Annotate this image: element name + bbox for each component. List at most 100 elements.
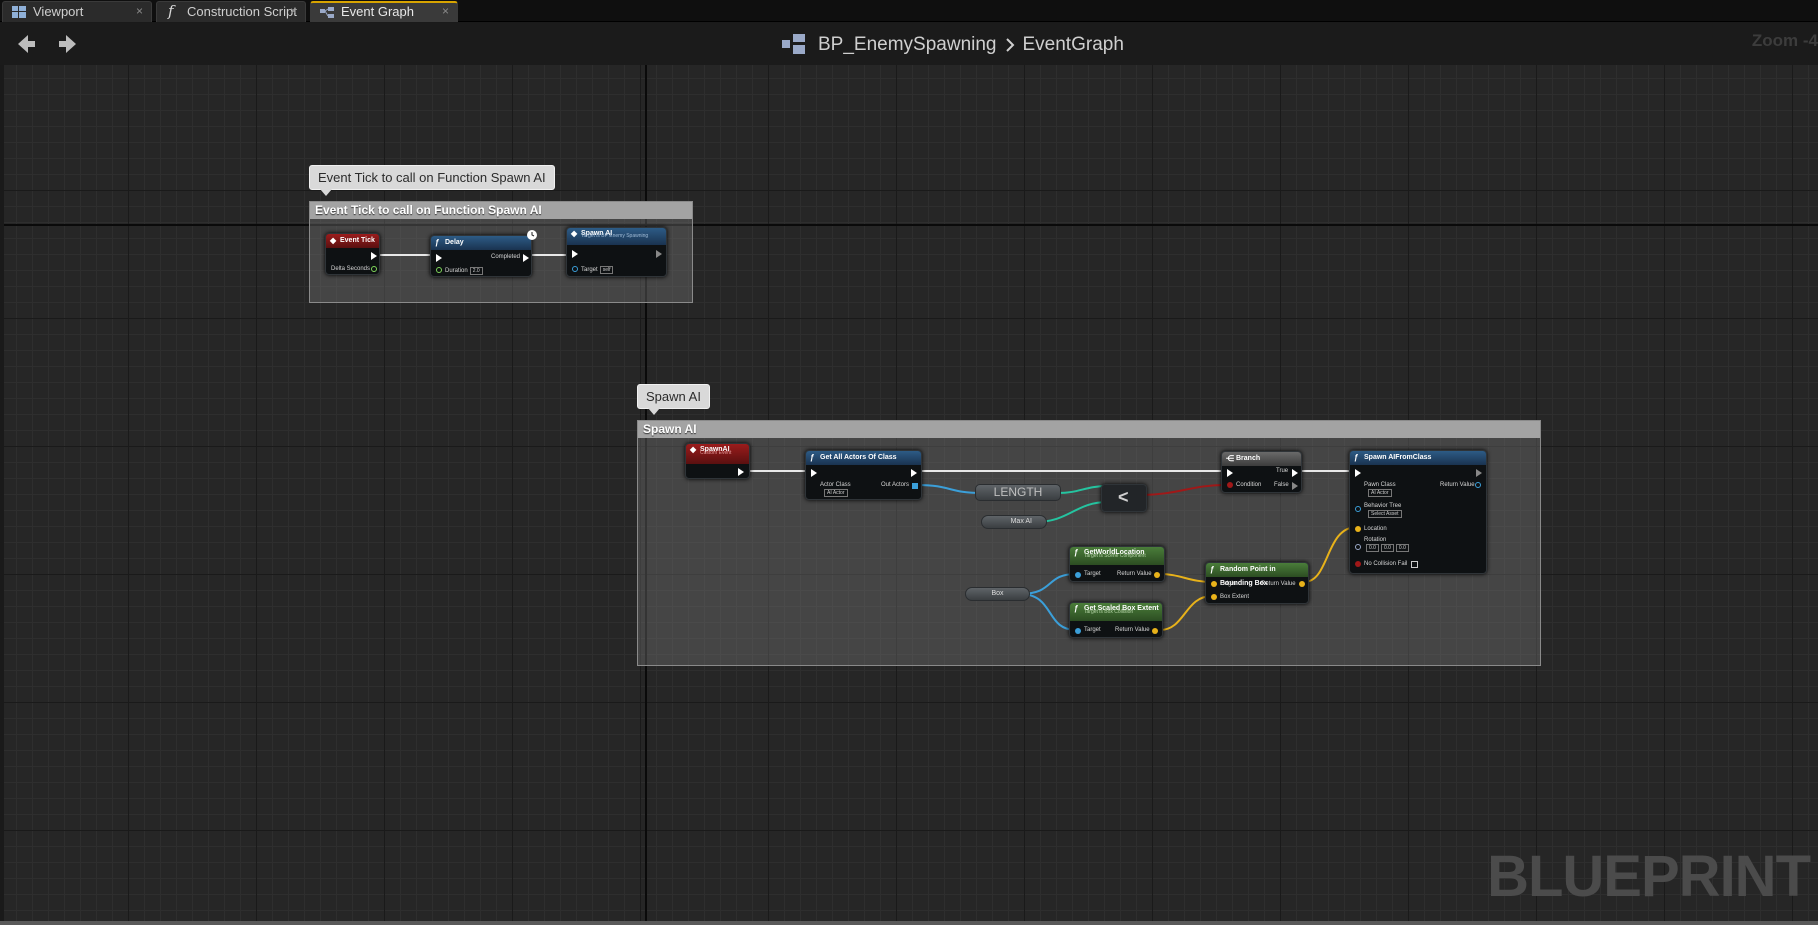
exec-in-pin[interactable] xyxy=(811,469,817,477)
node-title: Event Tick xyxy=(340,237,375,244)
node-get-world-location[interactable]: ƒ GetWorldLocation Target is Scene Compon… xyxy=(1069,546,1165,582)
event-icon: ◆ xyxy=(330,236,337,245)
exec-in-pin[interactable] xyxy=(572,250,578,258)
zoom-level: Zoom -4 xyxy=(1751,31,1818,50)
tab-bar: Viewport × f Construction Script × Event… xyxy=(0,0,1818,22)
comment-bubble-spawn[interactable]: Spawn AI xyxy=(637,384,710,415)
tab-construction-script[interactable]: f Construction Script × xyxy=(156,1,306,22)
function-icon: f xyxy=(168,2,174,20)
variable-box[interactable]: Box xyxy=(965,587,1030,601)
duration-input[interactable]: 2.0 xyxy=(469,267,483,275)
node-spawn-ai-from-class[interactable]: ƒ Spawn AIFromClass Pawn Class AI Actor R… xyxy=(1349,450,1487,574)
pin-behavior-tree: Behavior Tree xyxy=(1364,503,1402,509)
node-branch[interactable]: ⋲ Branch True Condition False xyxy=(1221,451,1302,493)
comment-title: Spawn AI xyxy=(638,421,1540,438)
tab-event-graph[interactable]: Event Graph × xyxy=(310,1,458,22)
exec-out-pin[interactable] xyxy=(656,250,662,258)
vector-pin[interactable] xyxy=(1299,581,1305,587)
bool-pin[interactable] xyxy=(1355,561,1361,567)
float-pin[interactable] xyxy=(371,266,377,272)
blueprint-editor: Viewport × f Construction Script × Event… xyxy=(0,0,1818,925)
actor-class-select[interactable]: AI Actor xyxy=(824,489,848,497)
exec-out-pin[interactable] xyxy=(371,252,377,260)
vector-pin[interactable] xyxy=(1355,526,1361,532)
exec-in-pin[interactable] xyxy=(436,254,442,262)
graph-header: BP_EnemySpawning EventGraph Zoom -4 xyxy=(0,23,1818,65)
node-get-scaled-box-extent[interactable]: ƒ Get Scaled Box Extent Target is Box Col… xyxy=(1069,602,1163,638)
exec-out-pin[interactable] xyxy=(1292,482,1298,490)
pin-target: Target xyxy=(1084,627,1101,633)
exec-in-pin[interactable] xyxy=(1227,469,1233,477)
exec-out-pin[interactable] xyxy=(1292,469,1298,477)
tab-label: Viewport xyxy=(33,4,84,19)
close-icon[interactable]: × xyxy=(290,2,297,21)
close-icon[interactable]: × xyxy=(442,3,449,20)
variable-max-ai[interactable]: Max AI xyxy=(981,515,1047,529)
pin-return-value: Return Value xyxy=(1117,571,1152,577)
pin-pawn-class: Pawn Class xyxy=(1364,482,1396,488)
function-icon: ƒ xyxy=(1354,453,1359,462)
breadcrumb-blueprint[interactable]: BP_EnemySpawning xyxy=(818,34,997,56)
node-title: Spawn AIFromClass xyxy=(1364,454,1432,461)
pin-actor-class: Actor Class xyxy=(820,482,851,488)
pawn-class-select[interactable]: AI Actor xyxy=(1368,489,1392,497)
behavior-tree-select[interactable]: Select Asset xyxy=(1368,510,1402,518)
object-pin[interactable] xyxy=(1075,572,1081,578)
node-spawn-ai-call[interactable]: ◆ Spawn AI Target is BP Enemy Spawning Ta… xyxy=(566,227,667,277)
exec-in-pin[interactable] xyxy=(1355,469,1361,477)
node-event-tick[interactable]: ◆ Event Tick Delta Seconds xyxy=(325,233,380,275)
node-subtitle: Target is BP Enemy Spawning xyxy=(581,233,649,239)
pin-duration: Duration xyxy=(445,268,468,274)
node-get-all-actors[interactable]: ƒ Get All Actors Of Class Actor Class AI … xyxy=(805,450,922,500)
blueprint-watermark: BLUEPRINT xyxy=(1487,844,1811,909)
breadcrumb-graph[interactable]: EventGraph xyxy=(1023,34,1124,56)
exec-out-pin[interactable] xyxy=(738,468,744,476)
pin-completed: Completed xyxy=(491,254,521,260)
branch-icon: ⋲ xyxy=(1226,454,1234,463)
forward-arrow-icon[interactable] xyxy=(56,33,80,55)
graph-origin-axis-horizontal xyxy=(4,224,1818,226)
float-pin[interactable] xyxy=(436,267,442,273)
node-random-point-in-bounding-box[interactable]: ƒ Random Point in Bounding Box Origin Ret… xyxy=(1205,562,1309,604)
back-arrow-icon[interactable] xyxy=(14,33,38,55)
rotation-z[interactable]: 0.0 xyxy=(1395,544,1409,552)
event-graph-icon xyxy=(320,7,334,18)
node-subtitle: Custom Event xyxy=(700,450,732,456)
rotation-x[interactable]: 0.0 xyxy=(1366,544,1379,552)
array-pin[interactable] xyxy=(912,483,918,489)
function-icon: ƒ xyxy=(810,453,815,462)
exec-out-pin[interactable] xyxy=(1476,469,1482,477)
bool-pin[interactable] xyxy=(1227,482,1233,488)
vector-pin[interactable] xyxy=(1152,628,1158,634)
exec-out-pin[interactable] xyxy=(911,469,917,477)
exec-out-pin[interactable] xyxy=(523,254,529,262)
pin-origin: Origin xyxy=(1220,581,1237,587)
node-title: < xyxy=(1118,487,1129,507)
object-pin[interactable] xyxy=(1075,628,1081,634)
node-custom-event-spawnai[interactable]: ◆ SpawnAI Custom Event xyxy=(685,443,750,479)
rotation-y[interactable]: 0.0 xyxy=(1380,544,1394,552)
object-pin[interactable] xyxy=(572,266,578,272)
pin-false: False xyxy=(1274,482,1289,488)
pin-return-value: Return Value xyxy=(1440,482,1475,488)
vector-pin[interactable] xyxy=(1154,572,1160,578)
object-pin[interactable] xyxy=(1355,506,1361,512)
blueprint-class-icon xyxy=(782,34,805,54)
node-less-than[interactable]: < xyxy=(1101,484,1147,512)
pin-true: True xyxy=(1276,468,1289,474)
node-length[interactable]: LENGTH xyxy=(975,484,1061,501)
comment-bubble-tick[interactable]: Event Tick to call on Function Spawn AI xyxy=(309,165,555,196)
tab-viewport[interactable]: Viewport × xyxy=(2,1,152,22)
vector-pin[interactable] xyxy=(1211,581,1217,587)
pin-location: Location xyxy=(1364,526,1387,532)
no-collision-checkbox[interactable] xyxy=(1411,561,1418,568)
node-delay[interactable]: ƒ Delay Completed Duration 2.0 xyxy=(430,235,532,277)
rotator-pin[interactable] xyxy=(1355,544,1361,550)
pin-condition: Condition xyxy=(1236,482,1262,488)
pin-target: Target xyxy=(581,267,598,273)
vector-pin[interactable] xyxy=(1211,594,1217,600)
close-icon[interactable]: × xyxy=(136,2,143,21)
node-title: Delay xyxy=(445,239,464,246)
pin-return-value: Return Value xyxy=(1115,627,1150,633)
object-pin[interactable] xyxy=(1475,482,1481,488)
